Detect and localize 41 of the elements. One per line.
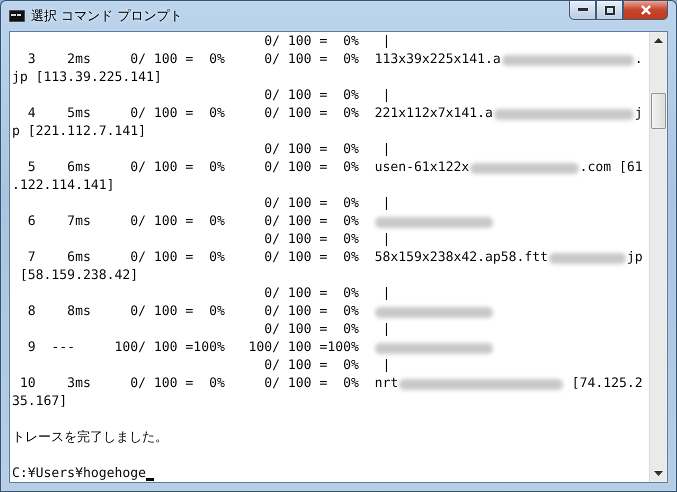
console-text: 0/ 100 = 0% |	[263, 33, 390, 51]
console-text: [74.125.2	[570, 375, 643, 393]
console-text: C:¥Users¥hogehoge	[12, 465, 146, 482]
minimize-button[interactable]	[569, 1, 596, 20]
console-text: 0/ 100 = 0% |	[263, 285, 390, 303]
console-text: 4 5ms 0/ 100 = 0% 0/ 100 = 0% 221x112x7x141.a	[26, 105, 493, 123]
minimize-icon	[578, 8, 588, 12]
console-text: 0/ 100 = 0% |	[263, 357, 390, 375]
console-text: 0/ 100 = 0% |	[263, 231, 390, 249]
console-text: 0/ 100 = 0% |	[263, 321, 390, 339]
console-text: 10 3ms 0/ 100 = 0% 0/ 100 = 0% nrt	[18, 375, 398, 393]
maximize-icon	[604, 6, 614, 14]
scroll-thumb[interactable]	[651, 93, 666, 129]
console-text: 9 --- 100/ 100 =100% 100/ 100 =100%	[26, 339, 360, 357]
console-icon	[9, 10, 25, 22]
console-text: 0/ 100 = 0% |	[263, 195, 390, 213]
window-title: 選択 コマンド プロンプト	[31, 8, 182, 25]
console-text: 7 6ms 0/ 100 = 0% 0/ 100 = 0% 58x159x238x42.ap58.ftt	[26, 249, 548, 267]
console-text: 5 6ms 0/ 100 = 0% 0/ 100 = 0% usen-61x122x	[26, 159, 470, 177]
text-cursor	[146, 478, 154, 481]
console-text: [58.159.238.42]	[18, 267, 138, 285]
close-button[interactable]	[623, 1, 668, 20]
scroll-down-icon[interactable]	[654, 471, 663, 476]
console-text: jp [113.39.225.141]	[12, 69, 162, 87]
console-text: .122.114.141]	[12, 177, 114, 195]
console-text: 0/ 100 = 0% |	[263, 141, 390, 159]
console-text: 3 2ms 0/ 100 = 0% 0/ 100 = 0% 113x39x225x141.a	[26, 51, 501, 69]
console-text: 0/ 100 = 0% |	[263, 87, 390, 105]
console-text: .com [61	[580, 159, 643, 177]
maximize-button[interactable]	[596, 1, 623, 20]
scrollbar[interactable]	[649, 32, 667, 482]
console-text: j	[634, 105, 643, 123]
close-icon	[640, 5, 652, 15]
scroll-up-icon[interactable]	[654, 38, 663, 43]
console-text: 35.167]	[12, 393, 68, 411]
console-text: トレースを完了しました。	[12, 429, 168, 447]
console-text: 6 7ms 0/ 100 = 0% 0/ 100 = 0%	[26, 213, 360, 231]
console-text: p [221.112.7.141]	[12, 123, 146, 141]
console-text: jp	[626, 249, 643, 267]
console-text: 8 8ms 0/ 100 = 0% 0/ 100 = 0%	[26, 303, 360, 321]
console-text: .	[634, 51, 643, 69]
